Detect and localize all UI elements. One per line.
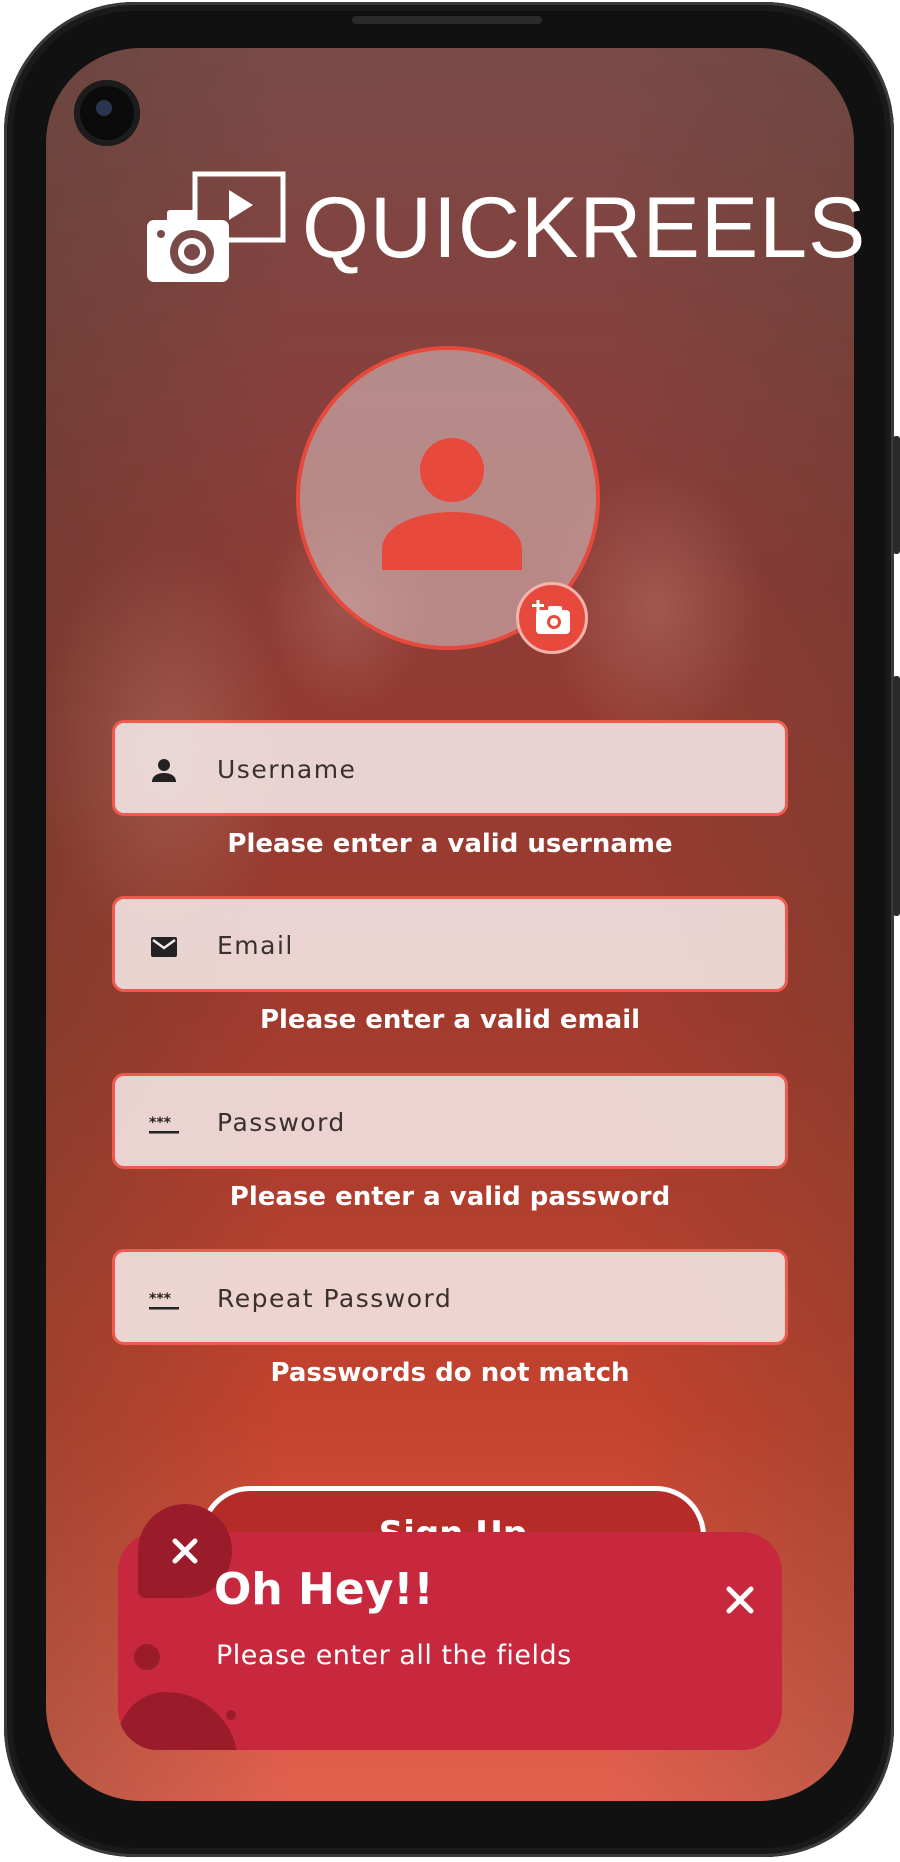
person-icon bbox=[152, 759, 176, 782]
person-icon bbox=[382, 438, 522, 570]
earpiece-speaker bbox=[352, 16, 542, 24]
close-icon bbox=[172, 1538, 198, 1564]
password-field[interactable]: *** bbox=[112, 1073, 788, 1169]
toast-close-button[interactable] bbox=[722, 1582, 758, 1618]
toast-decoration bbox=[226, 1710, 236, 1720]
svg-text:***: *** bbox=[149, 1291, 172, 1307]
front-camera bbox=[74, 80, 140, 146]
username-field[interactable] bbox=[112, 720, 788, 816]
username-error: Please enter a valid username bbox=[227, 829, 673, 859]
repeat-password-error: Passwords do not match bbox=[270, 1358, 630, 1388]
toast-decoration bbox=[134, 1644, 160, 1670]
password-dots-icon: *** bbox=[149, 1115, 179, 1134]
mail-icon bbox=[151, 937, 177, 957]
toast-message: Please enter all the fields bbox=[216, 1640, 572, 1671]
email-field[interactable] bbox=[112, 896, 788, 992]
volume-button bbox=[893, 436, 900, 554]
add-photo-camera-icon bbox=[532, 600, 570, 634]
email-input[interactable] bbox=[215, 919, 759, 971]
repeat-password-input[interactable] bbox=[215, 1272, 759, 1324]
password-error: Please enter a valid password bbox=[229, 1182, 671, 1212]
svg-text:***: *** bbox=[149, 1115, 172, 1131]
email-error: Please enter a valid email bbox=[259, 1005, 641, 1035]
app-title: QUICKREELS bbox=[302, 180, 867, 276]
power-button bbox=[893, 676, 900, 916]
close-icon bbox=[726, 1586, 754, 1614]
username-input[interactable] bbox=[215, 743, 759, 795]
camera-video-logo-icon bbox=[147, 171, 286, 282]
password-input[interactable] bbox=[215, 1096, 759, 1148]
toast-title: Oh Hey!! bbox=[214, 1564, 434, 1615]
repeat-password-field[interactable]: *** bbox=[112, 1249, 788, 1345]
add-photo-button[interactable] bbox=[516, 582, 588, 654]
toast-decoration bbox=[118, 1692, 238, 1750]
password-dots-icon: *** bbox=[149, 1291, 179, 1310]
